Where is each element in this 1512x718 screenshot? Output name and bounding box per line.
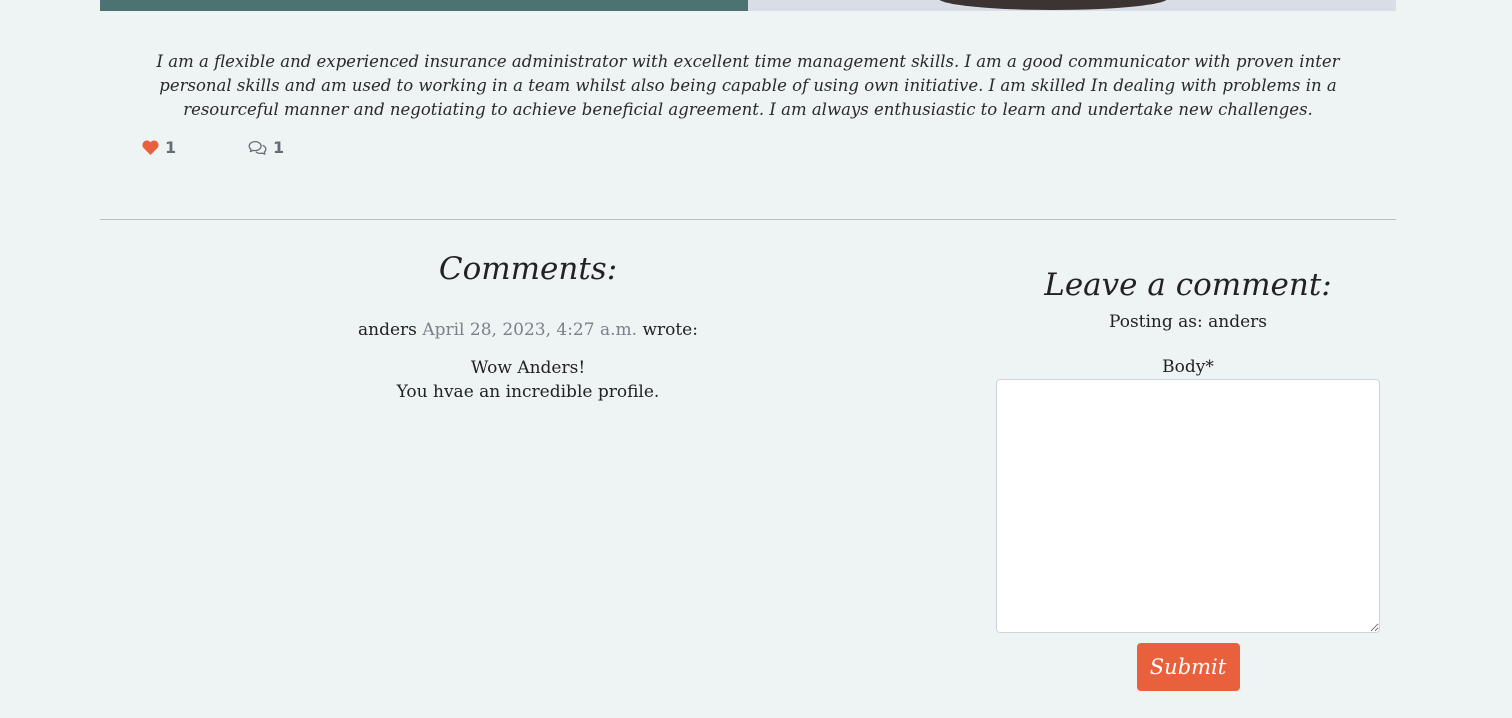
body-field-label: Body* xyxy=(1162,357,1214,377)
profile-photo xyxy=(748,0,1396,11)
comment-body: Wow Anders! You hvae an incredible profi… xyxy=(210,356,846,404)
post-featured-image xyxy=(100,0,1396,11)
section-divider xyxy=(100,219,1396,220)
comment-icon xyxy=(248,140,267,156)
comments-count-link[interactable]: 1 xyxy=(248,138,284,157)
like-button[interactable]: 1 xyxy=(142,138,248,157)
comment-wrote-label: wrote: xyxy=(642,320,698,340)
submit-button[interactable]: Submit xyxy=(1136,643,1240,691)
likes-count: 1 xyxy=(165,138,177,157)
comment-date: April 28, 2023, 4:27 a.m. xyxy=(422,320,638,340)
comments-section: Comments: anders April 28, 2023, 4:27 a.… xyxy=(210,248,846,404)
comment-item: anders April 28, 2023, 4:27 a.m. wrote: … xyxy=(210,318,846,404)
comment-body-line: You hvae an incredible profile. xyxy=(396,382,660,402)
heart-icon[interactable] xyxy=(142,140,159,155)
comments-count: 1 xyxy=(273,138,285,157)
posting-as-text: Posting as: anders xyxy=(1108,312,1268,332)
profile-photo-hair xyxy=(938,0,1168,10)
comment-meta: anders April 28, 2023, 4:27 a.m. wrote: xyxy=(210,318,846,342)
post-bio: I am a flexible and experienced insuranc… xyxy=(156,52,1340,119)
comment-body-line: Wow Anders! xyxy=(470,358,586,378)
comments-heading: Comments: xyxy=(438,251,618,287)
comment-form-heading: Leave a comment: xyxy=(1044,267,1332,303)
comment-form: Leave a comment: Posting as: anders Body… xyxy=(996,264,1380,691)
comment-body-textarea[interactable] xyxy=(996,379,1380,633)
post-stats: 1 1 xyxy=(142,138,284,157)
featured-image-left-panel xyxy=(100,0,748,11)
comment-author: anders xyxy=(358,320,417,340)
